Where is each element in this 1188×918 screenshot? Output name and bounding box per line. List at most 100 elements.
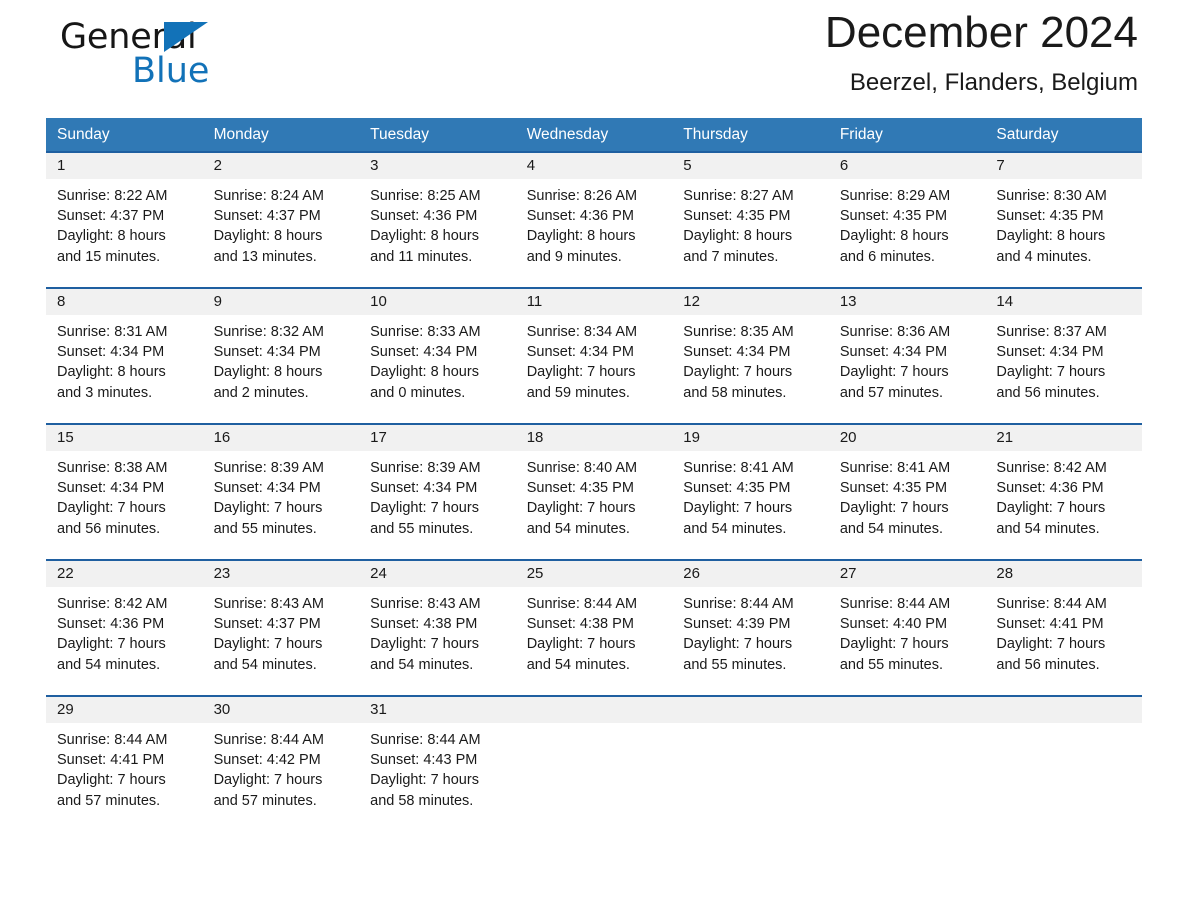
day-number[interactable]: 18 — [516, 425, 673, 451]
day-cell[interactable]: Sunrise: 8:42 AM Sunset: 4:36 PM Dayligh… — [46, 587, 203, 695]
day-number[interactable]: 10 — [359, 289, 516, 315]
sunrise-text: Sunrise: 8:39 AM — [213, 460, 324, 476]
sunset-text: Sunset: 4:34 PM — [370, 344, 478, 361]
day-cell[interactable]: Sunrise: 8:24 AM Sunset: 4:37 PM Dayligh… — [203, 179, 360, 287]
sunrise-text: Sunrise: 8:31 AM — [57, 324, 168, 340]
day-cell[interactable]: Sunrise: 8:44 AM Sunset: 4:42 PM Dayligh… — [203, 723, 360, 831]
day-cell[interactable]: Sunrise: 8:35 AM Sunset: 4:34 PM Dayligh… — [672, 315, 829, 423]
daylight-text-line1: Daylight: 7 hours — [213, 500, 323, 517]
day-cell[interactable]: Sunrise: 8:41 AM Sunset: 4:35 PM Dayligh… — [672, 451, 829, 559]
day-cell[interactable]: Sunrise: 8:31 AM Sunset: 4:34 PM Dayligh… — [46, 315, 203, 423]
daylight-text-line1: Daylight: 7 hours — [683, 636, 793, 653]
sunrise-text: Sunrise: 8:44 AM — [370, 732, 481, 748]
day-number[interactable]: 26 — [672, 561, 829, 587]
day-number[interactable]: 21 — [985, 425, 1142, 451]
daylight-text-line1: Daylight: 7 hours — [683, 364, 793, 381]
daylight-text-line2: and 7 minutes. — [683, 248, 779, 265]
sunrise-text: Sunrise: 8:44 AM — [839, 596, 951, 612]
brand-logo[interactable]: General Blue — [60, 18, 280, 98]
day-number[interactable]: 14 — [985, 289, 1142, 315]
day-number[interactable]: 7 — [985, 153, 1142, 179]
day-cell[interactable]: Sunrise: 8:43 AM Sunset: 4:37 PM Dayligh… — [203, 587, 360, 695]
day-number[interactable]: 23 — [203, 561, 360, 587]
sunrise-text: Sunrise: 8:44 AM — [526, 596, 638, 612]
day-number-empty — [829, 697, 986, 723]
sunrise-text: Sunrise: 8:44 AM — [57, 732, 168, 748]
day-cell[interactable]: Sunrise: 8:43 AM Sunset: 4:38 PM Dayligh… — [359, 587, 516, 695]
day-cell[interactable]: Sunrise: 8:44 AM Sunset: 4:41 PM Dayligh… — [46, 723, 203, 831]
week-day-numbers: 22 23 24 25 26 27 28 — [46, 561, 1142, 587]
sunset-text: Sunset: 4:34 PM — [213, 344, 321, 361]
day-cell[interactable]: Sunrise: 8:36 AM Sunset: 4:34 PM Dayligh… — [829, 315, 986, 423]
day-number[interactable]: 2 — [203, 153, 360, 179]
dow-tuesday: Tuesday — [370, 126, 430, 143]
daylight-text-line1: Daylight: 8 hours — [370, 364, 479, 381]
week-day-numbers: 29 30 31 — [46, 697, 1142, 723]
daylight-text-line1: Daylight: 7 hours — [213, 636, 323, 653]
day-number[interactable]: 8 — [46, 289, 203, 315]
daylight-text-line1: Daylight: 8 hours — [213, 364, 323, 381]
day-number[interactable]: 25 — [516, 561, 673, 587]
day-number[interactable]: 11 — [516, 289, 673, 315]
dow-monday: Monday — [213, 126, 269, 143]
day-number[interactable]: 19 — [672, 425, 829, 451]
day-cell[interactable]: Sunrise: 8:41 AM Sunset: 4:35 PM Dayligh… — [829, 451, 986, 559]
day-cell[interactable]: Sunrise: 8:40 AM Sunset: 4:35 PM Dayligh… — [516, 451, 673, 559]
sunrise-text: Sunrise: 8:29 AM — [839, 188, 951, 204]
sunrise-text: Sunrise: 8:36 AM — [839, 324, 951, 340]
day-number[interactable]: 17 — [359, 425, 516, 451]
day-number[interactable]: 15 — [46, 425, 203, 451]
sunset-text: Sunset: 4:36 PM — [526, 208, 634, 225]
day-number[interactable]: 9 — [203, 289, 360, 315]
day-cell[interactable]: Sunrise: 8:44 AM Sunset: 4:39 PM Dayligh… — [672, 587, 829, 695]
day-cell[interactable]: Sunrise: 8:37 AM Sunset: 4:34 PM Dayligh… — [985, 315, 1142, 423]
day-number[interactable]: 16 — [203, 425, 360, 451]
day-number[interactable]: 30 — [203, 697, 360, 723]
daylight-text-line1: Daylight: 8 hours — [839, 228, 949, 245]
day-number[interactable]: 28 — [985, 561, 1142, 587]
day-number[interactable]: 24 — [359, 561, 516, 587]
day-number[interactable]: 22 — [46, 561, 203, 587]
daylight-text-line2: and 6 minutes. — [839, 248, 935, 265]
day-cell[interactable]: Sunrise: 8:38 AM Sunset: 4:34 PM Dayligh… — [46, 451, 203, 559]
day-number[interactable]: 13 — [829, 289, 986, 315]
day-cell[interactable]: Sunrise: 8:29 AM Sunset: 4:35 PM Dayligh… — [829, 179, 986, 287]
day-cell[interactable]: Sunrise: 8:22 AM Sunset: 4:37 PM Dayligh… — [46, 179, 203, 287]
sunset-text: Sunset: 4:34 PM — [839, 344, 948, 361]
day-cell[interactable]: Sunrise: 8:26 AM Sunset: 4:36 PM Dayligh… — [516, 179, 673, 287]
sunrise-text: Sunrise: 8:35 AM — [683, 324, 794, 340]
day-number[interactable]: 4 — [516, 153, 673, 179]
day-number[interactable]: 27 — [829, 561, 986, 587]
day-number[interactable]: 5 — [672, 153, 829, 179]
sunset-text: Sunset: 4:34 PM — [996, 344, 1104, 361]
day-number[interactable]: 29 — [46, 697, 203, 723]
sunrise-text: Sunrise: 8:32 AM — [213, 324, 324, 340]
week-row: 22 23 24 25 26 27 28 Sunrise: 8:42 AM Su… — [46, 559, 1142, 695]
day-cell[interactable]: Sunrise: 8:30 AM Sunset: 4:35 PM Dayligh… — [985, 179, 1142, 287]
day-number[interactable]: 3 — [359, 153, 516, 179]
day-cell[interactable]: Sunrise: 8:34 AM Sunset: 4:34 PM Dayligh… — [516, 315, 673, 423]
daylight-text-line1: Daylight: 8 hours — [213, 228, 323, 245]
sunrise-text: Sunrise: 8:39 AM — [370, 460, 481, 476]
day-cell[interactable]: Sunrise: 8:44 AM Sunset: 4:41 PM Dayligh… — [985, 587, 1142, 695]
sunset-text: Sunset: 4:43 PM — [370, 752, 478, 769]
day-cell[interactable]: Sunrise: 8:39 AM Sunset: 4:34 PM Dayligh… — [203, 451, 360, 559]
day-cell[interactable]: Sunrise: 8:39 AM Sunset: 4:34 PM Dayligh… — [359, 451, 516, 559]
day-cell[interactable]: Sunrise: 8:27 AM Sunset: 4:35 PM Dayligh… — [672, 179, 829, 287]
day-cell[interactable]: Sunrise: 8:44 AM Sunset: 4:40 PM Dayligh… — [829, 587, 986, 695]
day-cell[interactable]: Sunrise: 8:42 AM Sunset: 4:36 PM Dayligh… — [985, 451, 1142, 559]
sunset-text: Sunset: 4:36 PM — [996, 480, 1104, 497]
sunset-text: Sunset: 4:37 PM — [213, 208, 321, 225]
day-number[interactable]: 20 — [829, 425, 986, 451]
page-title: December 2024 — [824, 8, 1138, 57]
day-number[interactable]: 12 — [672, 289, 829, 315]
daylight-text-line2: and 55 minutes. — [213, 520, 317, 537]
day-cell[interactable]: Sunrise: 8:44 AM Sunset: 4:38 PM Dayligh… — [516, 587, 673, 695]
day-number[interactable]: 31 — [359, 697, 516, 723]
day-cell[interactable]: Sunrise: 8:44 AM Sunset: 4:43 PM Dayligh… — [359, 723, 516, 831]
day-cell[interactable]: Sunrise: 8:32 AM Sunset: 4:34 PM Dayligh… — [203, 315, 360, 423]
day-cell[interactable]: Sunrise: 8:33 AM Sunset: 4:34 PM Dayligh… — [359, 315, 516, 423]
day-number[interactable]: 6 — [829, 153, 986, 179]
day-cell[interactable]: Sunrise: 8:25 AM Sunset: 4:36 PM Dayligh… — [359, 179, 516, 287]
day-number[interactable]: 1 — [46, 153, 203, 179]
